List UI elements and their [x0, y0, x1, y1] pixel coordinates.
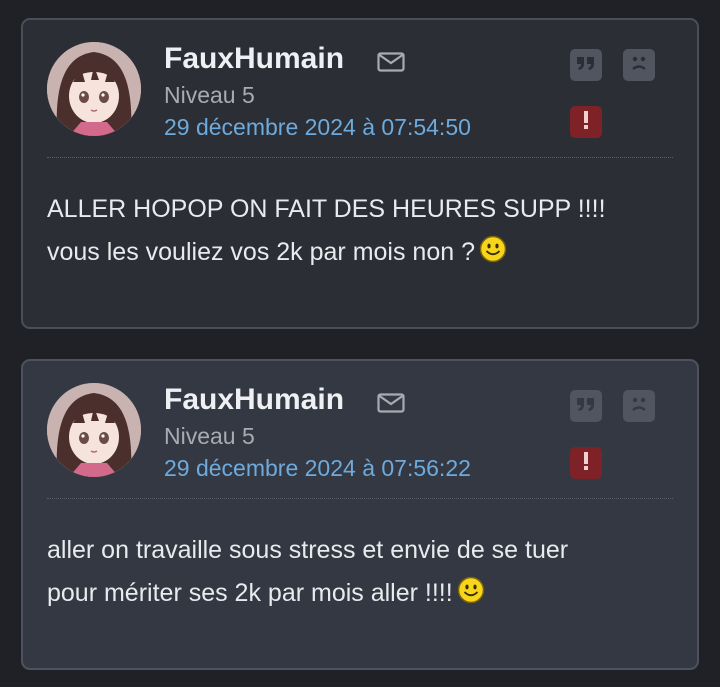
quote-button[interactable] [570, 390, 602, 422]
forum-post: FauxHumain Niveau 5 29 décembre 2024 à 0… [21, 359, 699, 670]
user-level: Niveau 5 [164, 82, 255, 108]
post-date[interactable]: 29 décembre 2024 à 07:56:22 [164, 455, 471, 482]
forum-post: FauxHumain Niveau 5 29 décembre 2024 à 0… [21, 18, 699, 329]
quote-icon [576, 396, 596, 417]
mail-icon[interactable] [377, 52, 405, 72]
post-content: ALLER HOPOP ON FAIT DES HEURES SUPP !!!!… [23, 158, 697, 274]
post-line: pour mériter ses 2k par mois aller !!!! [47, 572, 673, 615]
post-line: vous les vouliez vos 2k par mois non ? [47, 231, 673, 274]
username[interactable]: FauxHumain [164, 383, 344, 417]
post-line-text: pour mériter ses 2k par mois aller !!!! [47, 579, 453, 607]
smiley-emoji [457, 575, 485, 604]
quote-icon [576, 55, 596, 76]
sad-face-icon [628, 52, 650, 79]
smiley-emoji [479, 234, 507, 263]
post-separator [47, 157, 673, 158]
post-header: FauxHumain Niveau 5 29 décembre 2024 à 0… [23, 361, 697, 499]
report-button[interactable] [570, 106, 602, 138]
report-icon [582, 110, 590, 135]
post-line-text: vous les vouliez vos 2k par mois non ? [47, 238, 475, 266]
post-content: aller on travaille sous stress et envie … [23, 499, 697, 615]
post-line: aller on travaille sous stress et envie … [47, 536, 569, 564]
sad-face-icon [628, 393, 650, 420]
sad-face-button[interactable] [623, 390, 655, 422]
username[interactable]: FauxHumain [164, 42, 344, 76]
post-separator [47, 498, 673, 499]
avatar[interactable] [47, 42, 141, 136]
user-level: Niveau 5 [164, 423, 255, 449]
mail-icon[interactable] [377, 393, 405, 413]
avatar[interactable] [47, 383, 141, 477]
sad-face-button[interactable] [623, 49, 655, 81]
post-line: ALLER HOPOP ON FAIT DES HEURES SUPP !!!! [47, 195, 606, 223]
quote-button[interactable] [570, 49, 602, 81]
report-icon [582, 451, 590, 476]
post-date[interactable]: 29 décembre 2024 à 07:54:50 [164, 114, 471, 141]
post-header: FauxHumain Niveau 5 29 décembre 2024 à 0… [23, 20, 697, 158]
report-button[interactable] [570, 447, 602, 479]
